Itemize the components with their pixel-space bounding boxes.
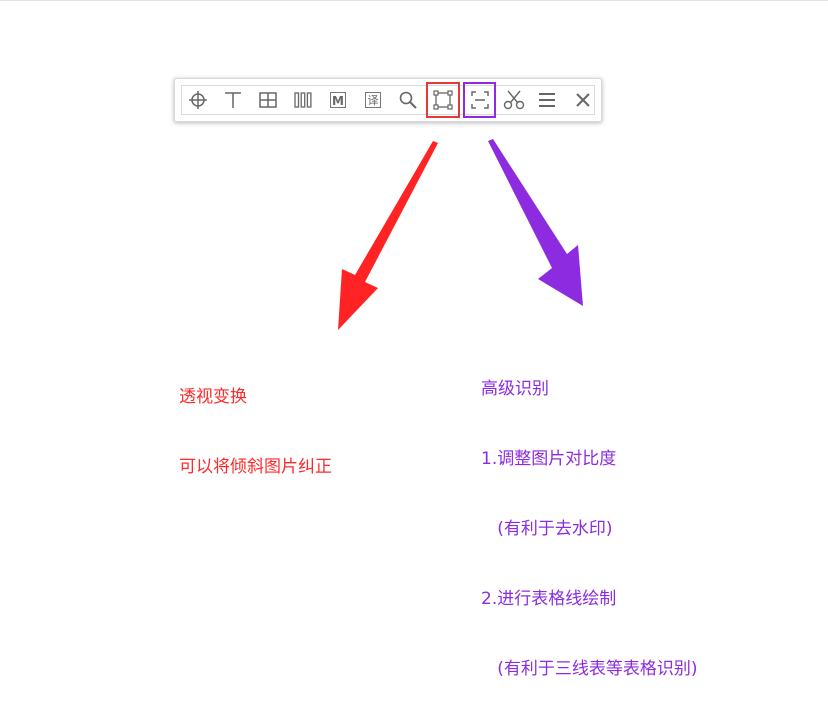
- note-line: 1.调整图片对比度: [481, 449, 617, 469]
- note-line: (有利于去水印): [481, 519, 613, 539]
- red-arrow: [338, 141, 438, 330]
- note-line: 可以将倾斜图片纠正: [179, 457, 332, 477]
- purple-arrow: [488, 139, 583, 306]
- note-line: 2.进行表格线绘制: [481, 589, 617, 609]
- note-title: 高级识别: [481, 379, 549, 399]
- note-line: (有利于三线表等表格识别): [481, 659, 698, 679]
- advanced-recognition-note: 高级识别 1.调整图片对比度 (有利于去水印) 2.进行表格线绘制 (有利于三线…: [481, 334, 697, 706]
- note-title: 透视变换: [179, 387, 247, 407]
- annotation-arrows: [338, 139, 583, 330]
- perspective-transform-note: 透视变换 可以将倾斜图片纠正: [179, 342, 332, 504]
